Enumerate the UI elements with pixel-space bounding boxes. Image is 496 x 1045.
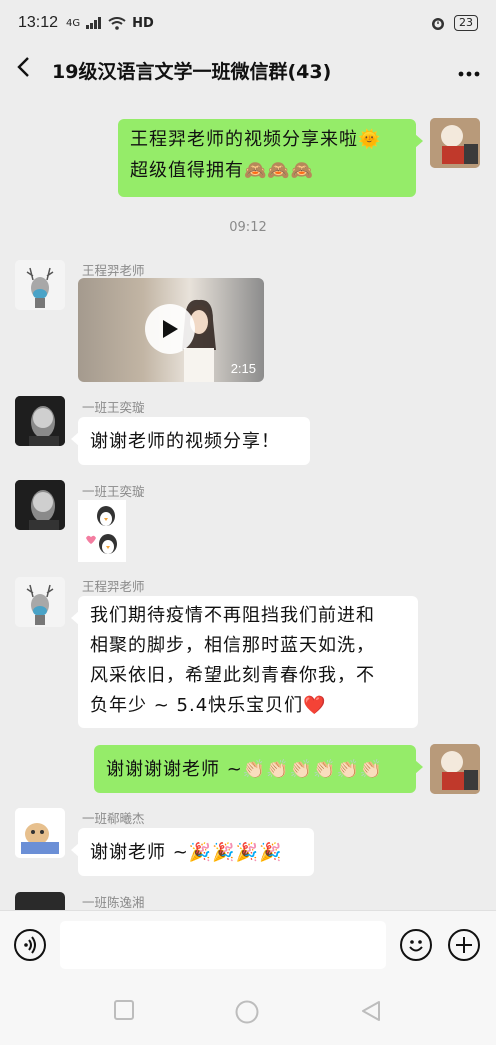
sender-avatar[interactable]: [15, 577, 65, 627]
plus-icon: [456, 937, 472, 953]
message-line: 我们期待疫情不再阻挡我们前进和: [90, 605, 375, 626]
chat-header: 19级汉语言文学一班微信群(43): [0, 46, 496, 94]
video-duration: 2:15: [230, 361, 256, 376]
chat-title: 19级汉语言文学一班微信群(43): [52, 60, 332, 83]
plus-button[interactable]: [448, 929, 480, 961]
emoji-icon: [409, 940, 423, 952]
message-line: 谢谢老师的视频分享！: [90, 431, 280, 452]
message-line: 谢谢老师 ~🎉🎉🎉🎉: [90, 842, 283, 863]
sender-name: 一班郗曦杰: [82, 811, 145, 826]
system-nav-bar: [0, 980, 496, 1045]
message-bubble[interactable]: 我们期待疫情不再阻挡我们前进和 相聚的脚步，相信那时蓝天如洗， 风采依旧，希望此…: [71, 596, 418, 728]
back-icon: [17, 57, 29, 77]
sender-avatar[interactable]: [15, 808, 65, 858]
message-line: 相聚的脚步，相信那时蓝天如洗，: [90, 635, 375, 656]
hd-badge: HD: [132, 15, 154, 31]
back-button[interactable]: [16, 55, 46, 85]
sender-name: 王程羿老师: [82, 263, 145, 278]
my-avatar[interactable]: [430, 118, 480, 168]
message-bubble[interactable]: 谢谢老师 ~🎉🎉🎉🎉: [71, 828, 314, 876]
more-icon: [458, 71, 480, 76]
sender-name: 一班陈逸湘: [82, 895, 145, 910]
sender-avatar[interactable]: [15, 892, 65, 910]
alarm-icon: [432, 18, 444, 30]
more-button[interactable]: [458, 58, 480, 83]
message-line: 谢谢谢谢老师 ~👏🏻👏🏻👏🏻👏🏻👏🏻👏🏻: [106, 759, 384, 780]
message-input[interactable]: [60, 921, 386, 969]
message-line: 超级值得拥有🙈🙈🙈: [130, 160, 315, 181]
message-bubble[interactable]: 谢谢谢谢老师 ~👏🏻👏🏻👏🏻👏🏻👏🏻👏🏻: [94, 745, 423, 793]
my-avatar[interactable]: [430, 744, 480, 794]
play-button[interactable]: [145, 304, 195, 354]
emoji-button[interactable]: [400, 929, 432, 961]
video-message[interactable]: 2:15: [78, 278, 264, 382]
voice-button[interactable]: [14, 929, 46, 961]
status-bar: 13:12 4G HD 23: [0, 0, 496, 46]
message-line: 风采依旧，希望此刻青春你我，不: [90, 665, 375, 686]
status-right: 23: [430, 15, 478, 31]
voice-icon: [24, 936, 36, 954]
status-time: 13:12: [18, 14, 59, 31]
play-icon: [163, 320, 178, 338]
message-line: 负年少 ~ 5.4快乐宝贝们❤️: [90, 695, 327, 716]
sender-avatar[interactable]: [15, 396, 65, 446]
signal-icon: [86, 17, 102, 29]
recent-apps-button[interactable]: [114, 1000, 134, 1020]
message-bubble[interactable]: 王程羿老师的视频分享来啦🌞 超级值得拥有🙈🙈🙈: [118, 119, 423, 197]
penguin-sticker[interactable]: [78, 500, 126, 562]
sender-name: 王程羿老师: [82, 579, 145, 594]
message-bubble[interactable]: 谢谢老师的视频分享！: [71, 417, 310, 465]
network-type: 4G: [66, 17, 81, 29]
input-bar: [0, 910, 496, 980]
back-nav-button[interactable]: [360, 1000, 382, 1022]
network-indicator: 4G HD: [66, 16, 154, 31]
sender-name: 一班王奕璇: [82, 484, 145, 499]
timestamp: 09:12: [229, 220, 267, 235]
sender-name: 一班王奕璇: [82, 400, 145, 415]
sender-avatar[interactable]: [15, 480, 65, 530]
sender-avatar[interactable]: [15, 260, 65, 310]
battery-indicator: 23: [454, 15, 478, 31]
home-button[interactable]: [235, 1000, 259, 1024]
wifi-icon: [108, 16, 126, 30]
message-line: 王程羿老师的视频分享来啦🌞: [130, 129, 382, 150]
